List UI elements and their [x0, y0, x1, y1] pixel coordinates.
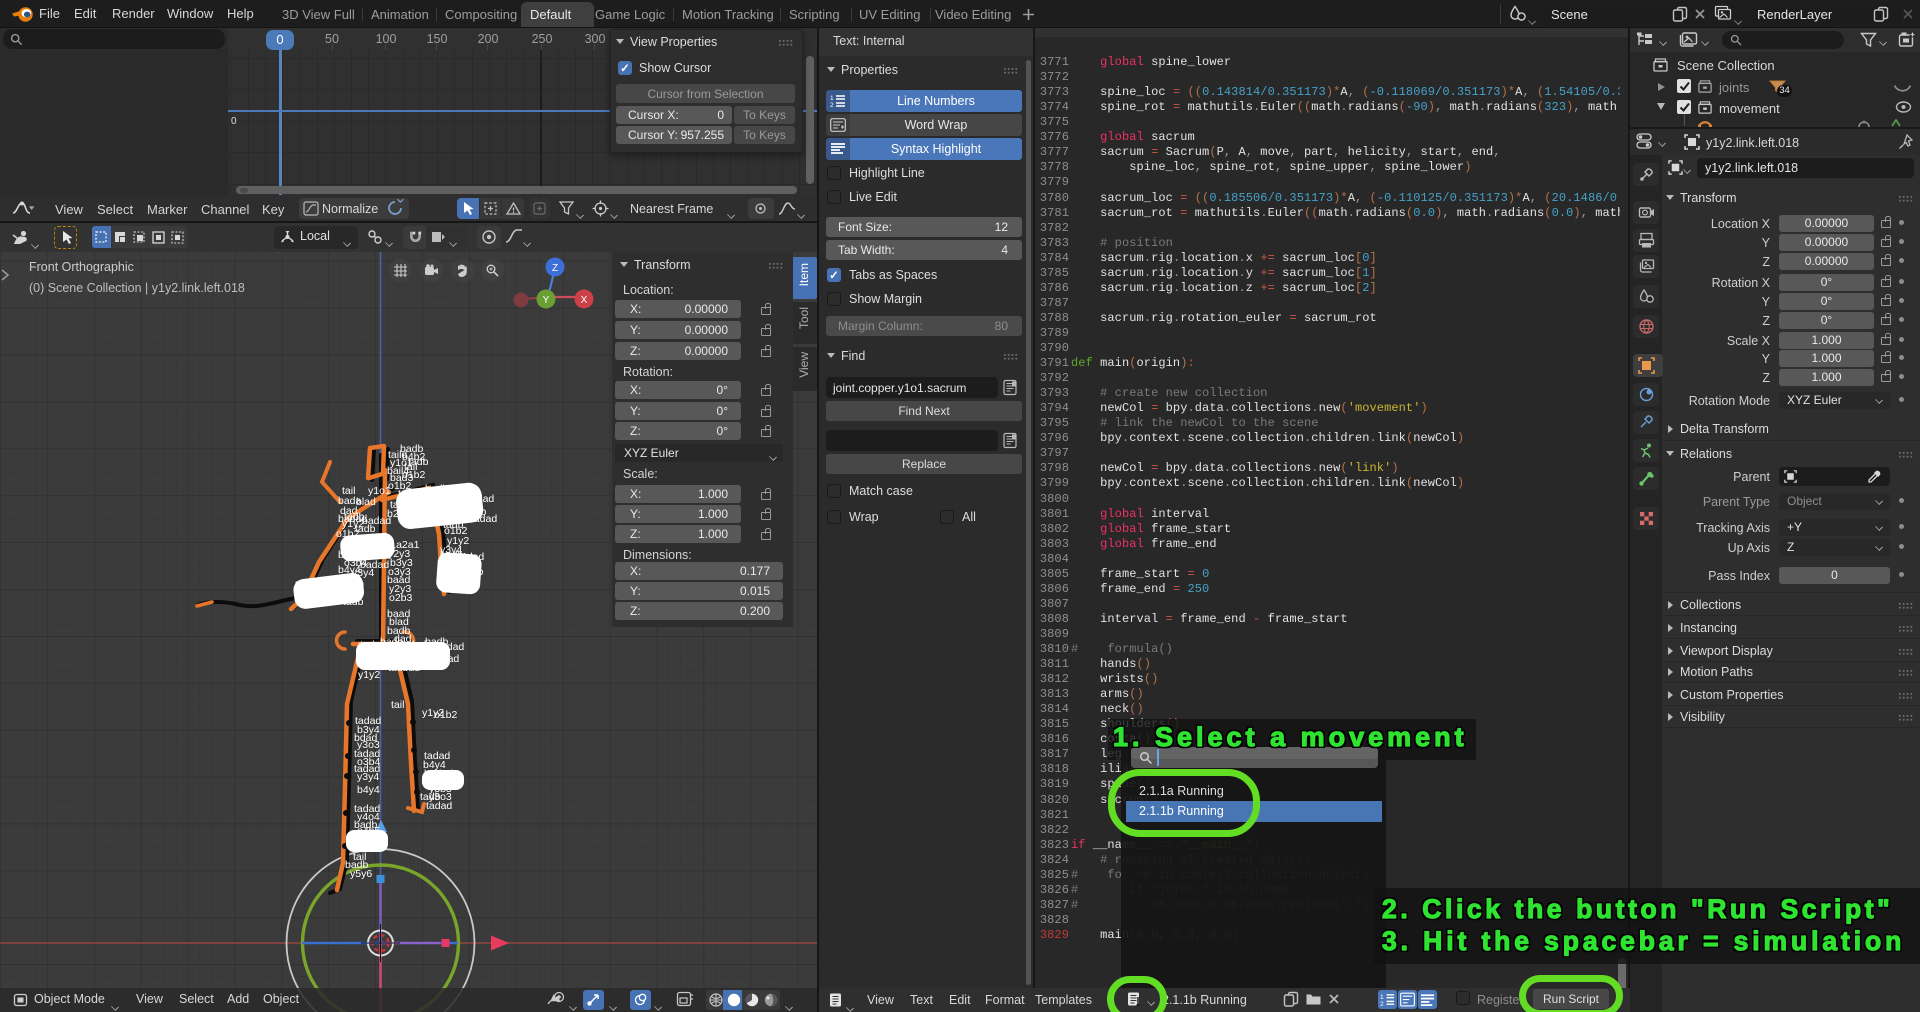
svg-text:2: 2: [1380, 1001, 1384, 1007]
svg-text:bdad: bdad: [418, 661, 442, 673]
svg-text:tadb: tadb: [450, 499, 471, 511]
svg-text:tadb: tadb: [443, 519, 464, 531]
svg-text:tadad: tadad: [408, 496, 434, 508]
svg-text:badb: badb: [412, 649, 436, 661]
svg-text:1: 1: [1380, 994, 1384, 1001]
svg-text:tadb: tadb: [408, 456, 429, 468]
svg-text:bdad: bdad: [402, 516, 426, 528]
svg-text:badb: badb: [370, 659, 394, 671]
svg-text:b4y4: b4y4: [357, 784, 380, 796]
svg-text:o1b2: o1b2: [402, 469, 426, 481]
svg-text:1: 1: [830, 95, 834, 102]
svg-text:tadb: tadb: [420, 791, 441, 803]
svg-text:2: 2: [830, 102, 834, 108]
svg-text:blad: blad: [356, 496, 376, 508]
svg-text:badad: badad: [362, 515, 391, 527]
svg-text:tadad: tadad: [458, 551, 484, 563]
svg-text:tail: tail: [391, 699, 404, 711]
svg-text:tadad: tadad: [468, 493, 494, 505]
svg-text:tadb: tadb: [343, 596, 364, 608]
svg-text:tadad: tadad: [445, 577, 471, 589]
svg-text:y3y4: y3y4: [357, 771, 379, 783]
svg-text:y3y4: y3y4: [352, 567, 374, 579]
svg-text:badad: badad: [468, 513, 497, 525]
svg-text:tadad: tadad: [438, 641, 464, 653]
svg-text:o1b2: o1b2: [434, 709, 458, 721]
svg-text:tadad: tadad: [338, 581, 364, 593]
svg-text:y5y6: y5y6: [350, 868, 372, 880]
svg-text:o2b3: o2b3: [389, 592, 413, 604]
svg-text:badb: badb: [425, 483, 449, 495]
svg-text:badb: badb: [400, 443, 424, 455]
